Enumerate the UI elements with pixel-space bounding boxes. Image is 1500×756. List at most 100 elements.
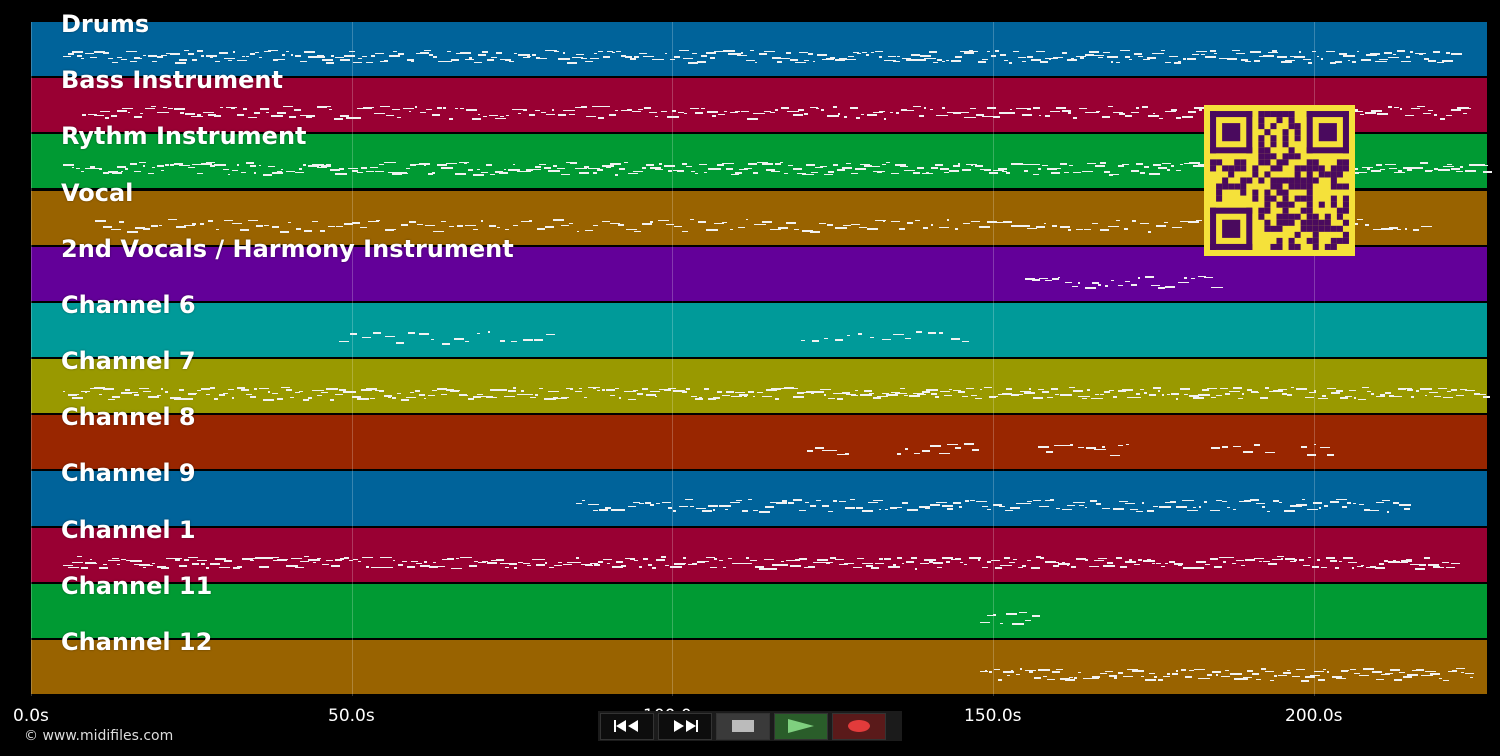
note-mark <box>1370 510 1380 512</box>
track-lane[interactable] <box>31 415 1487 470</box>
note-mark <box>1050 388 1058 391</box>
note-mark <box>1069 676 1074 678</box>
note-mark <box>1142 106 1148 109</box>
track-lane[interactable] <box>31 639 1487 695</box>
note-mark <box>586 116 597 118</box>
qr-module <box>1282 141 1289 148</box>
note-mark <box>1135 511 1143 513</box>
note-mark <box>328 109 332 111</box>
note-mark <box>330 55 334 57</box>
note-mark <box>420 112 427 114</box>
note-mark <box>619 397 622 400</box>
note-mark <box>1392 559 1396 562</box>
note-mark <box>842 224 851 226</box>
note-mark <box>850 173 858 175</box>
record-button[interactable] <box>832 712 886 740</box>
note-mark <box>585 229 594 231</box>
note-mark <box>998 678 1003 681</box>
track-label: Channel 1 <box>61 515 196 544</box>
note-mark <box>674 56 681 58</box>
note-mark <box>312 561 316 563</box>
track-label: 2nd Vocals / Harmony Instrument <box>61 234 514 263</box>
note-mark <box>904 395 909 397</box>
note-mark <box>1166 169 1170 172</box>
qr-module <box>1312 243 1319 250</box>
note-mark <box>717 164 725 167</box>
note-mark <box>1380 394 1386 397</box>
note-mark <box>810 505 817 508</box>
note-mark <box>1331 392 1341 395</box>
qr-module <box>1318 201 1325 208</box>
qr-module <box>1270 153 1277 160</box>
note-mark <box>944 395 953 397</box>
note-mark <box>76 168 81 170</box>
qr-module <box>1318 171 1325 178</box>
note-mark <box>673 225 682 227</box>
rewind-button[interactable] <box>600 712 654 740</box>
qr-module <box>1270 165 1277 172</box>
note-mark <box>1171 165 1175 168</box>
track-lane[interactable] <box>31 583 1487 638</box>
note-mark <box>1439 118 1445 121</box>
note-mark <box>440 220 446 222</box>
note-mark <box>701 55 707 57</box>
note-mark <box>1068 165 1073 167</box>
note-mark <box>1462 113 1467 115</box>
qr-module <box>1342 183 1349 190</box>
note-mark <box>93 115 104 117</box>
qr-module <box>1264 111 1271 118</box>
note-mark <box>392 228 396 230</box>
note-mark <box>637 393 644 396</box>
note-mark <box>196 390 201 392</box>
note-mark <box>1175 398 1178 401</box>
note-mark <box>656 558 666 561</box>
note-mark <box>232 170 239 172</box>
note-mark <box>451 59 460 61</box>
note-mark <box>116 166 126 169</box>
qr-module <box>1330 171 1337 178</box>
note-mark <box>196 114 201 117</box>
fast-forward-button[interactable] <box>658 712 712 740</box>
note-mark <box>1181 500 1194 502</box>
track-label: Bass Instrument <box>61 66 283 95</box>
track-lane[interactable] <box>31 359 1487 414</box>
note-mark <box>897 556 903 559</box>
note-mark <box>1077 396 1090 398</box>
qr-module <box>1312 159 1319 166</box>
note-mark <box>906 560 915 563</box>
qr-module <box>1306 111 1349 118</box>
note-mark <box>1107 508 1111 510</box>
note-mark <box>605 166 611 169</box>
note-mark <box>1398 170 1402 173</box>
note-mark <box>416 223 423 225</box>
note-mark <box>1284 510 1296 513</box>
note-mark <box>1158 506 1171 509</box>
qr-module <box>1282 219 1289 226</box>
note-mark <box>1210 510 1221 512</box>
stop-button[interactable] <box>716 712 770 740</box>
note-mark <box>810 230 821 233</box>
qr-module <box>1258 207 1265 214</box>
note-mark <box>1096 111 1101 113</box>
note-mark <box>748 391 755 394</box>
note-mark <box>939 226 949 228</box>
note-mark <box>1013 51 1020 52</box>
track-lane[interactable] <box>31 527 1487 582</box>
note-mark <box>522 338 533 341</box>
qr-module <box>1222 219 1241 238</box>
note-mark <box>557 398 567 400</box>
note-mark <box>1307 454 1317 457</box>
note-mark <box>1446 52 1450 54</box>
qr-module <box>1288 153 1295 160</box>
note-mark <box>592 172 597 175</box>
play-button[interactable] <box>774 712 828 740</box>
note-mark <box>850 499 856 501</box>
note-mark <box>152 167 156 169</box>
note-mark <box>1031 278 1040 281</box>
track-lane[interactable] <box>31 302 1487 357</box>
note-mark <box>471 118 481 121</box>
note-mark <box>322 106 331 108</box>
note-mark <box>706 111 718 114</box>
note-mark <box>597 390 600 392</box>
track-lane[interactable] <box>31 471 1487 526</box>
